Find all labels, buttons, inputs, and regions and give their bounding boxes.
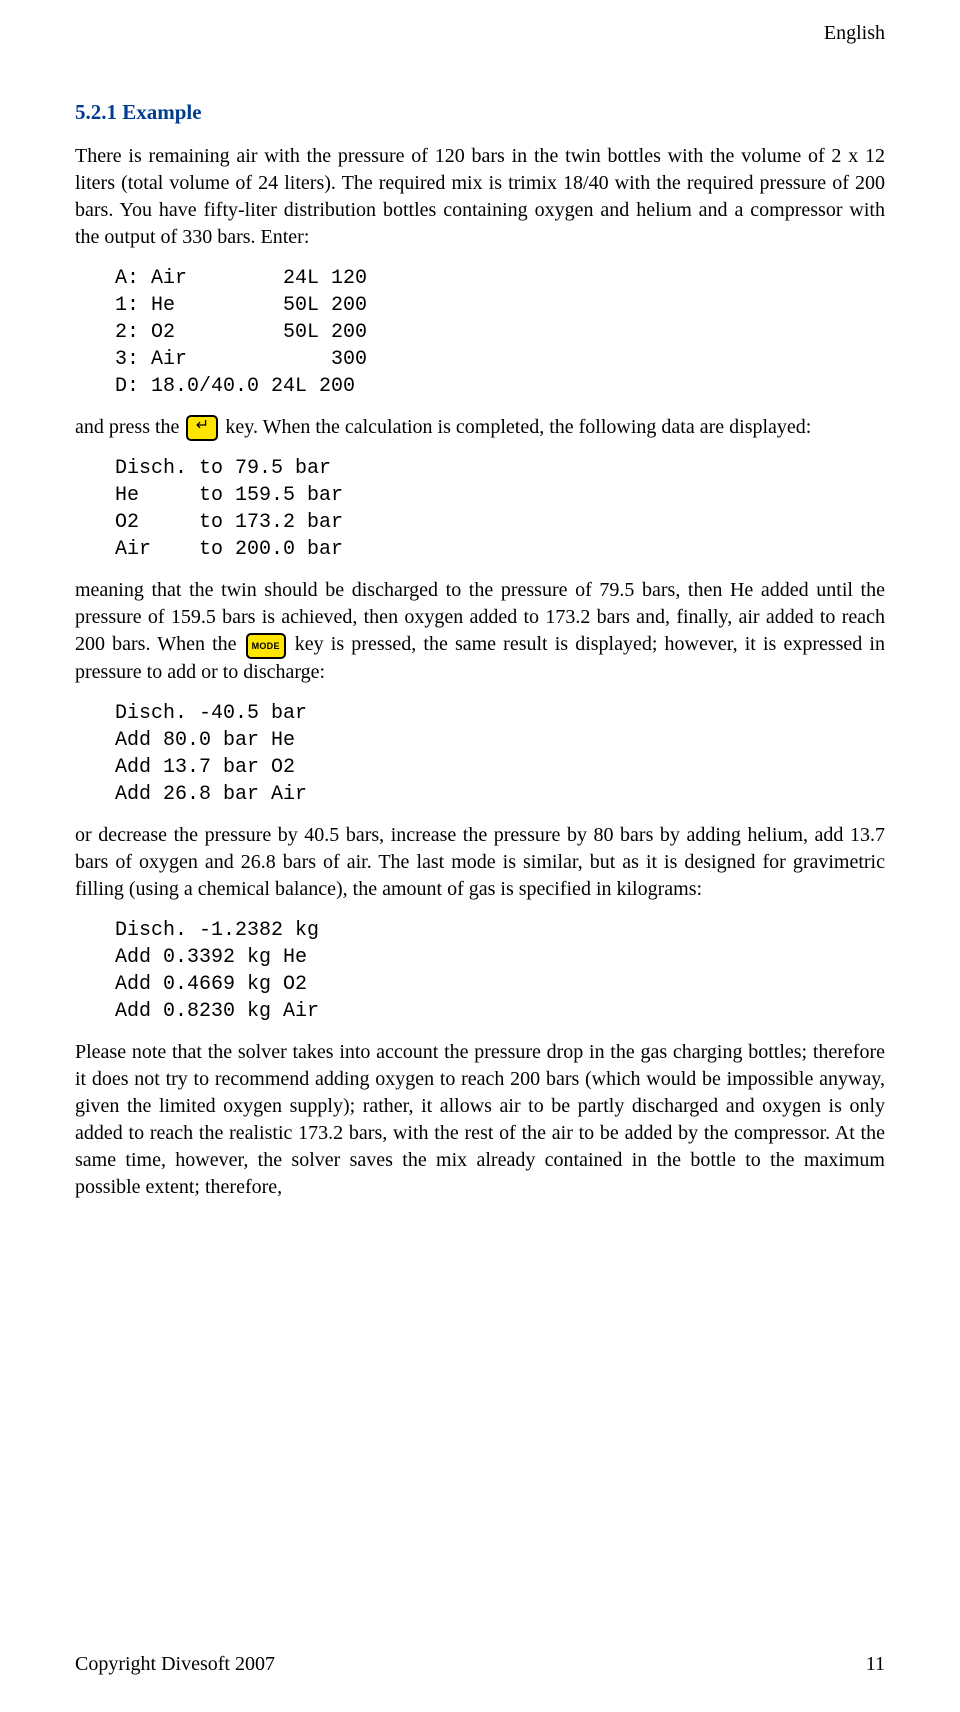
output-block-2: Disch. -40.5 bar Add 80.0 bar He Add 13.… bbox=[115, 700, 885, 808]
paragraph-decrease: or decrease the pressure by 40.5 bars, i… bbox=[75, 822, 885, 903]
header-language: English bbox=[824, 22, 885, 45]
text-segment: and press the bbox=[75, 416, 184, 438]
paragraph-press-key: and press the key. When the calculation … bbox=[75, 414, 885, 441]
paragraph-meaning: meaning that the twin should be discharg… bbox=[75, 577, 885, 685]
footer-copyright: Copyright Divesoft 2007 bbox=[75, 1653, 275, 1676]
section-heading: 5.2.1 Example bbox=[75, 100, 885, 125]
mode-key-icon bbox=[246, 633, 286, 659]
output-block-1: Disch. to 79.5 bar He to 159.5 bar O2 to… bbox=[115, 455, 885, 563]
page-footer: Copyright Divesoft 2007 11 bbox=[75, 1653, 885, 1676]
enter-key-icon bbox=[186, 415, 218, 441]
footer-page-number: 11 bbox=[866, 1653, 885, 1676]
paragraph-intro: There is remaining air with the pressure… bbox=[75, 143, 885, 251]
output-block-3: Disch. -1.2382 kg Add 0.3392 kg He Add 0… bbox=[115, 917, 885, 1025]
document-page: English 5.2.1 Example There is remaining… bbox=[0, 0, 960, 1712]
text-segment: key. When the calculation is completed, … bbox=[220, 416, 811, 438]
paragraph-note: Please note that the solver takes into a… bbox=[75, 1039, 885, 1201]
input-code-block: A: Air 24L 120 1: He 50L 200 2: O2 50L 2… bbox=[115, 265, 885, 400]
